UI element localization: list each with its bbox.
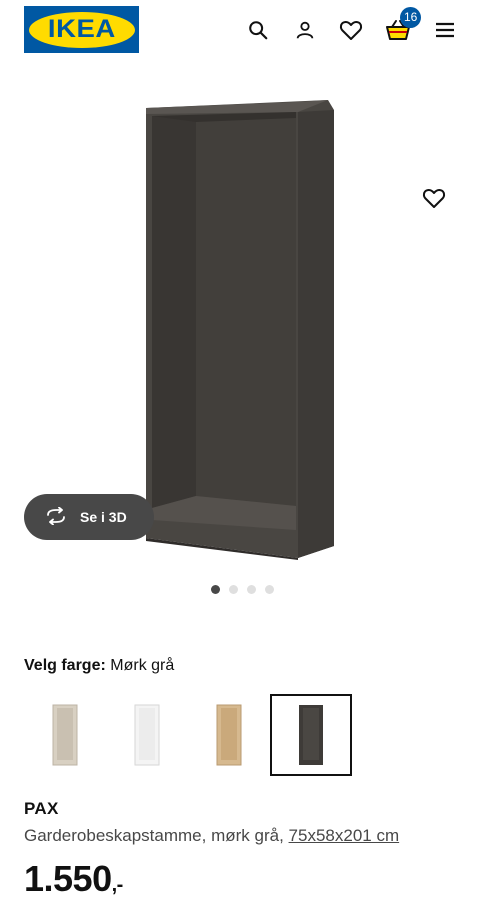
color-label-value: Mørk grå xyxy=(110,657,175,674)
color-label-title: Velg farge: xyxy=(24,657,106,674)
gallery-dot-1[interactable] xyxy=(210,585,220,594)
logo-text: IKEA xyxy=(47,15,116,43)
view-in-3d-button[interactable]: Se i 3D xyxy=(24,494,154,540)
color-swatch-eikemonstret[interactable] xyxy=(188,694,270,776)
logo-oval: IKEA xyxy=(28,11,135,48)
user-icon[interactable] xyxy=(291,16,319,44)
gallery-pagination xyxy=(0,585,480,594)
heart-icon[interactable] xyxy=(337,16,365,44)
top-header: IKEA 16 xyxy=(0,0,480,60)
rotate-3d-icon xyxy=(44,506,68,528)
product-description-text: Garderobeskapstamme, mørk grå, xyxy=(24,826,284,845)
color-swatch-hvitbeiset[interactable] xyxy=(24,694,106,776)
product-description: Garderobeskapstamme, mørk grå, 75x58x201… xyxy=(24,826,399,846)
search-icon[interactable] xyxy=(244,16,272,44)
cart-count-badge: 16 xyxy=(400,7,422,28)
color-swatches xyxy=(24,694,352,776)
product-price: 1.550,- xyxy=(24,858,123,899)
gallery-dot-2[interactable] xyxy=(228,585,238,594)
price-suffix: ,- xyxy=(111,874,124,896)
menu-icon[interactable] xyxy=(431,16,459,44)
product-name: PAX xyxy=(24,799,59,818)
add-to-favourites-icon[interactable] xyxy=(419,183,449,213)
color-swatch-mork-gra[interactable] xyxy=(270,694,352,776)
price-value: 1.550 xyxy=(24,858,112,899)
ikea-logo[interactable]: IKEA xyxy=(24,6,139,53)
gallery-dot-3[interactable] xyxy=(246,585,256,594)
view-in-3d-label: Se i 3D xyxy=(80,509,127,525)
product-dimensions-link[interactable]: 75x58x201 cm xyxy=(289,826,400,845)
color-selection-label: Velg farge: Mørk grå xyxy=(24,657,174,675)
color-swatch-hvit[interactable] xyxy=(106,694,188,776)
product-image-gallery[interactable]: Se i 3D xyxy=(0,60,480,620)
gallery-dot-4[interactable] xyxy=(264,585,274,594)
